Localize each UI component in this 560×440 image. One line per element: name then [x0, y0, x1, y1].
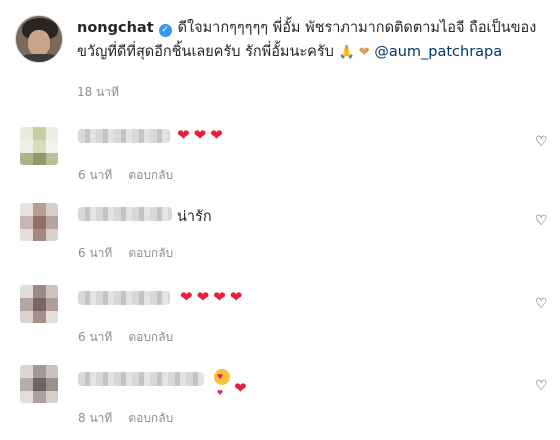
- post-caption: nongchat ✓ ดีใจมากๆๆๆๆๆ พี่อั้ม พัชราภามาก…: [0, 0, 560, 120]
- heart-outline-icon[interactable]: ♡: [535, 213, 548, 229]
- comment-meta: 6 นาที ตอบกลับ: [78, 166, 173, 185]
- blurred-username[interactable]: [78, 207, 172, 221]
- comment-item: ❤❤❤ 6 นาที ตอบกลับ ♡: [0, 118, 560, 196]
- comment-timestamp: 6 นาที: [78, 330, 113, 344]
- blurred-username[interactable]: [78, 129, 170, 143]
- verified-badge-icon: ✓: [158, 24, 172, 37]
- comment-item: ❤❤❤❤ 6 นาที ตอบกลับ ♡: [0, 280, 560, 358]
- avatar-face: [28, 30, 50, 56]
- heart-outline-icon[interactable]: ♡: [535, 378, 548, 394]
- blurred-username[interactable]: [78, 291, 170, 305]
- reply-button[interactable]: ตอบกลับ: [128, 168, 173, 182]
- reply-button[interactable]: ตอบกลับ: [128, 411, 173, 425]
- caption-text: nongchat ✓ ดีใจมากๆๆๆๆๆ พี่อั้ม พัชราภามาก…: [77, 16, 547, 65]
- comment-timestamp: 6 นาที: [78, 168, 113, 182]
- comment-meta: 6 นาที ตอบกลับ: [78, 244, 173, 263]
- comment-emoji: ♥ ♥ ❤: [214, 369, 247, 397]
- reply-button[interactable]: ตอบกลับ: [128, 330, 173, 344]
- heart-eyes-emoji-icon: ♥ ♥: [214, 369, 230, 397]
- comment-meta: 8 นาที ตอบกลับ: [78, 409, 173, 428]
- comment-item: ♥ ♥ ❤ 8 นาที ตอบกลับ ♡: [0, 361, 560, 439]
- reply-button[interactable]: ตอบกลับ: [128, 246, 173, 260]
- blurred-avatar[interactable]: [20, 127, 58, 165]
- mention-link[interactable]: @aum_patchrapa: [374, 44, 502, 60]
- blurred-avatar[interactable]: [20, 365, 58, 403]
- blurred-avatar[interactable]: [20, 203, 58, 241]
- post-timestamp: 18 นาที: [77, 85, 119, 99]
- comment-item: น่ารัก 6 นาที ตอบกลับ ♡: [0, 196, 560, 274]
- blurred-avatar[interactable]: [20, 285, 58, 323]
- comment-timestamp: 6 นาที: [78, 246, 113, 260]
- caption-line-2: ขวัญที่ดีที่สุดอีกชิ้นเลยครับ รักพี่อั้ม…: [77, 44, 334, 60]
- comment-emoji: ❤❤❤: [177, 126, 227, 144]
- heart-outline-icon[interactable]: ♡: [535, 296, 548, 312]
- comment-timestamp: 8 นาที: [78, 411, 113, 425]
- post-username[interactable]: nongchat: [77, 20, 154, 36]
- comment-meta: 6 นาที ตอบกลับ: [78, 328, 173, 347]
- heart-outline-icon[interactable]: ♡: [535, 134, 548, 150]
- caption-emoji: 🙏 ❤: [338, 45, 370, 60]
- red-heart-icon: ❤: [234, 379, 247, 397]
- blurred-username[interactable]: [78, 372, 204, 386]
- avatar[interactable]: [15, 15, 63, 63]
- comment-emoji: ❤❤❤❤: [180, 288, 247, 306]
- comment-text: น่ารัก: [177, 209, 212, 225]
- avatar-shirt: [18, 54, 62, 62]
- caption-line-1: ดีใจมากๆๆๆๆๆ พี่อั้ม พัชราภามากดติดตามไอ…: [177, 20, 537, 36]
